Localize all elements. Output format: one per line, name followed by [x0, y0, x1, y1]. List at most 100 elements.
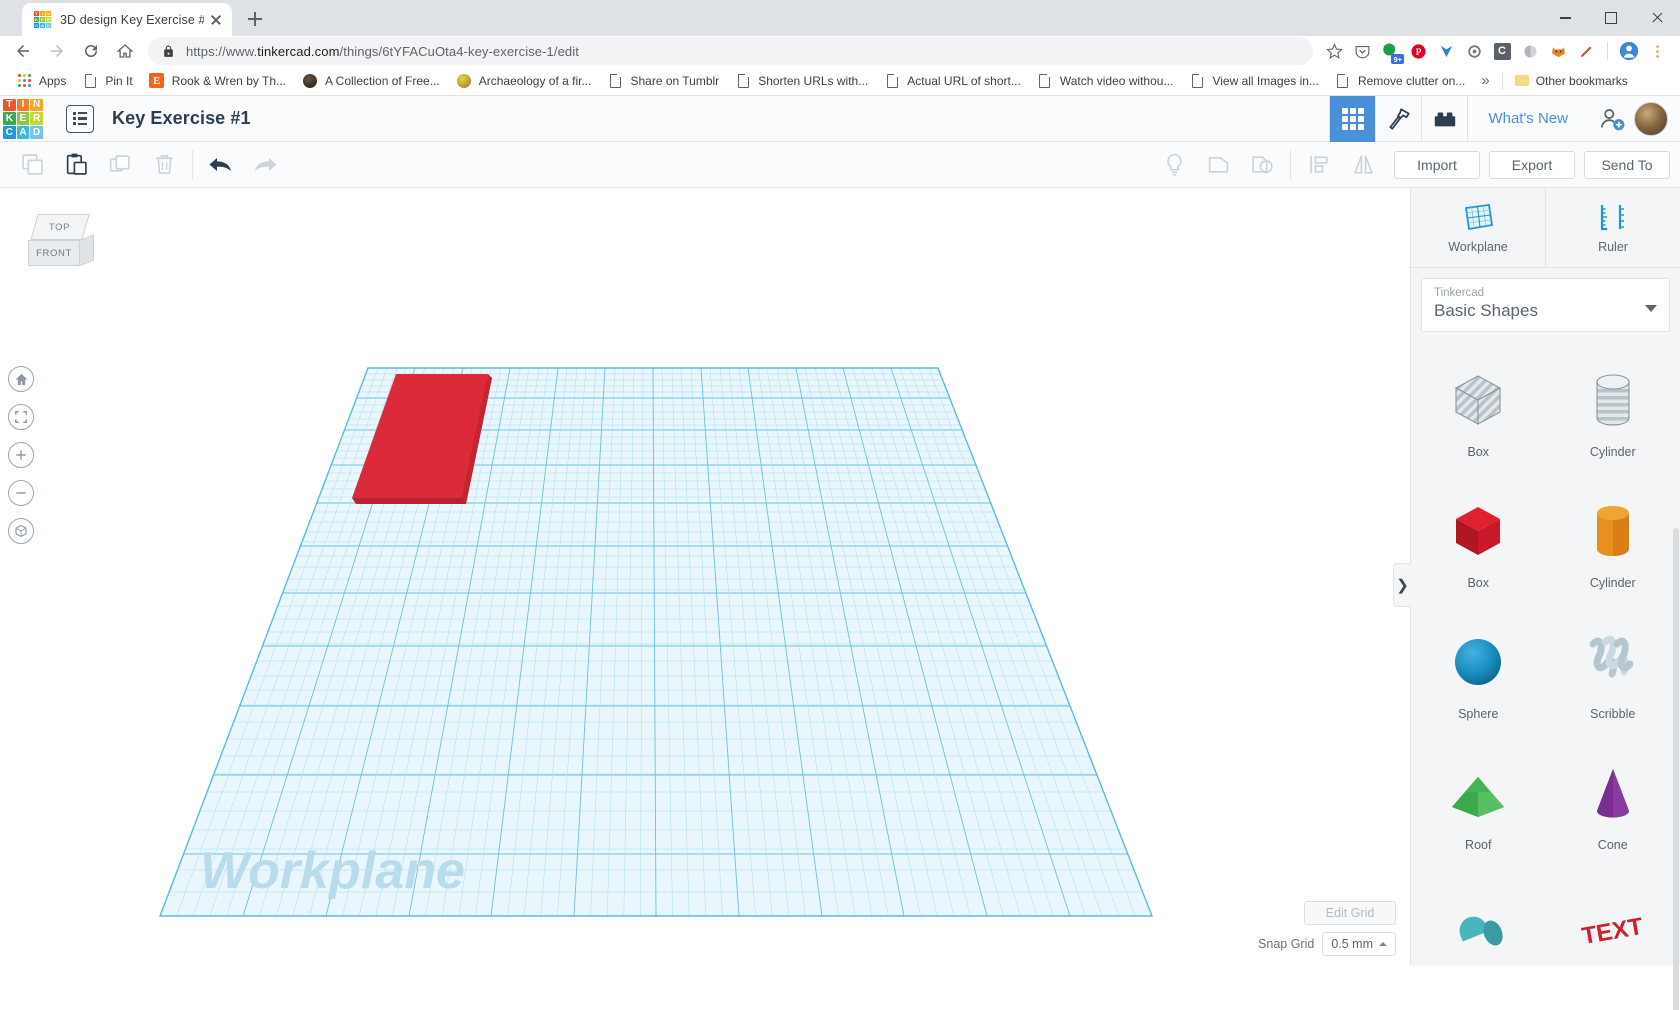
- new-tab-button[interactable]: [241, 5, 269, 33]
- view-cube[interactable]: TOP FRONT: [28, 214, 100, 286]
- shape-item-half-cylinder[interactable]: [1411, 872, 1546, 966]
- clipboard-paste-icon: [66, 153, 87, 175]
- bookmark-other-bookmarks[interactable]: Other bookmarks: [1507, 69, 1636, 93]
- sidebar-tool-label: Workplane: [1448, 239, 1508, 254]
- send-to-button[interactable]: Send To: [1584, 150, 1670, 179]
- shape-item-box[interactable]: Box: [1411, 479, 1546, 610]
- logo-letter: R: [30, 112, 43, 125]
- toolbar-divider: [1607, 42, 1608, 60]
- minimize-button[interactable]: [1542, 0, 1588, 36]
- codeblocks-button[interactable]: [1375, 95, 1421, 142]
- shape-item-sphere[interactable]: Sphere: [1411, 610, 1546, 741]
- panel-collapse-button[interactable]: ❯: [1393, 563, 1411, 607]
- workplane-scene: Workplane: [158, 367, 1154, 917]
- tinkercad-logo[interactable]: T I N K E R C A D: [0, 96, 46, 142]
- pinterest-extension-icon[interactable]: P: [1405, 38, 1431, 64]
- bookmark-pin-it[interactable]: Pin It: [74, 69, 140, 93]
- home-view-button[interactable]: [8, 366, 34, 392]
- shape-item-scribble[interactable]: Scribble: [1546, 610, 1680, 741]
- zoom-in-button[interactable]: [8, 442, 34, 468]
- shape-item-cone[interactable]: Cone: [1546, 741, 1680, 872]
- view-cube-top-face[interactable]: TOP: [30, 214, 90, 240]
- view-cube-front-face[interactable]: FRONT: [28, 240, 80, 266]
- notification-bubble-extension-icon[interactable]: 9+: [1377, 38, 1404, 64]
- bookmark-shorten-urls[interactable]: Shorten URLs with...: [727, 69, 876, 93]
- window-close-button[interactable]: [1634, 0, 1680, 36]
- text-shape-art: TEXT: [1580, 899, 1645, 963]
- whats-new-link[interactable]: What's New: [1467, 95, 1588, 142]
- scribble-art: [1581, 630, 1645, 694]
- lightbulb-icon: [1166, 153, 1182, 176]
- forward-icon[interactable]: [42, 36, 72, 66]
- hamburger-menu-button[interactable]: [66, 104, 94, 133]
- back-icon[interactable]: [8, 36, 38, 66]
- c-extension-icon[interactable]: C: [1489, 38, 1515, 64]
- settings-gear-extension-icon[interactable]: [1461, 38, 1487, 64]
- reload-icon[interactable]: [76, 36, 106, 66]
- bookmark-remove-clutter[interactable]: Remove clutter on...: [1327, 69, 1473, 93]
- invite-people-button[interactable]: [1588, 96, 1634, 142]
- bookmark-share-tumblr[interactable]: Share on Tumblr: [599, 69, 727, 93]
- paste-button[interactable]: [54, 142, 98, 188]
- bookmark-archaeology[interactable]: Archaeology of a fir...: [448, 69, 600, 93]
- bookmark-watch-video[interactable]: Watch video withou...: [1029, 69, 1182, 93]
- shape-item-hole-box[interactable]: Box: [1411, 348, 1546, 479]
- workplane-tool[interactable]: Workplane: [1411, 188, 1545, 267]
- shape-item-text[interactable]: TEXT: [1546, 872, 1680, 966]
- ungroup-button[interactable]: [1240, 142, 1284, 188]
- editor-toolbar: Import Export Send To: [0, 142, 1680, 188]
- bricks-button[interactable]: [1421, 95, 1467, 142]
- 3d-canvas[interactable]: Workplane TOP FRONT Edit Grid Snap Grid …: [0, 188, 1410, 966]
- copy-button[interactable]: [10, 142, 54, 188]
- pocket-extension-icon[interactable]: [1349, 38, 1375, 64]
- align-button[interactable]: [1297, 142, 1341, 188]
- undo-button[interactable]: [199, 142, 243, 188]
- redo-button[interactable]: [243, 142, 287, 188]
- profile-avatar[interactable]: [1616, 38, 1642, 64]
- bookmark-star-icon[interactable]: [1321, 38, 1347, 64]
- bookmark-apps[interactable]: Apps: [8, 69, 74, 93]
- delete-button[interactable]: [142, 142, 186, 188]
- fox-extension-icon[interactable]: [1545, 38, 1571, 64]
- shape-item-hole-cylinder[interactable]: Cylinder: [1546, 348, 1680, 479]
- bookmark-collection-free[interactable]: A Collection of Free...: [294, 69, 448, 93]
- hint-button[interactable]: [1152, 142, 1196, 188]
- blocks-view-button[interactable]: [1329, 95, 1376, 142]
- ruler-tool[interactable]: Ruler: [1546, 188, 1680, 267]
- export-button[interactable]: Export: [1489, 150, 1575, 179]
- shape-label: Scribble: [1590, 707, 1636, 721]
- shape-item-cylinder[interactable]: Cylinder: [1546, 479, 1680, 610]
- overflow-chevron-icon[interactable]: »: [1473, 72, 1497, 89]
- shape-library-select[interactable]: Tinkercad Basic Shapes: [1421, 278, 1670, 332]
- group-button[interactable]: [1196, 142, 1240, 188]
- maximize-button[interactable]: [1588, 0, 1634, 36]
- bookmark-rook-wren[interactable]: E Rook & Wren by Th...: [141, 69, 294, 93]
- edit-grid-button[interactable]: Edit Grid: [1304, 901, 1396, 925]
- home-icon[interactable]: [110, 36, 140, 66]
- bookmark-actual-url[interactable]: Actual URL of short...: [876, 69, 1029, 93]
- snap-grid-select[interactable]: 0.5 mm: [1322, 932, 1396, 956]
- pen-extension-icon[interactable]: [1573, 38, 1599, 64]
- duplicate-button[interactable]: [98, 142, 142, 188]
- redo-arrow-icon: [255, 157, 277, 171]
- list-lines-icon: [73, 112, 87, 125]
- grammarly-extension-icon[interactable]: [1433, 38, 1459, 64]
- mirror-button[interactable]: [1341, 142, 1385, 188]
- user-avatar[interactable]: [1634, 101, 1668, 136]
- shape-item-roof[interactable]: Roof: [1411, 741, 1546, 872]
- fit-view-button[interactable]: [8, 404, 34, 430]
- library-owner: Tinkercad: [1434, 287, 1485, 299]
- bookmark-view-images[interactable]: View all Images in...: [1181, 69, 1327, 93]
- avatar-icon: [302, 73, 318, 89]
- close-icon[interactable]: [208, 12, 224, 28]
- browser-tab[interactable]: TIN KER CAD 3D design Key Exercise #1 | …: [22, 3, 232, 36]
- url-omnibox[interactable]: https://www.tinkercad.com/things/6tYFACu…: [148, 37, 1313, 65]
- box-art: [1446, 499, 1510, 563]
- sidebar-scrollbar[interactable]: [1673, 528, 1679, 1010]
- browser-menu-icon[interactable]: [1644, 38, 1670, 64]
- import-button[interactable]: Import: [1394, 150, 1480, 179]
- perspective-toggle-button[interactable]: [8, 518, 34, 544]
- zoom-out-button[interactable]: [8, 480, 34, 506]
- circle-extension-icon[interactable]: [1517, 38, 1543, 64]
- document-icon: [1335, 73, 1351, 89]
